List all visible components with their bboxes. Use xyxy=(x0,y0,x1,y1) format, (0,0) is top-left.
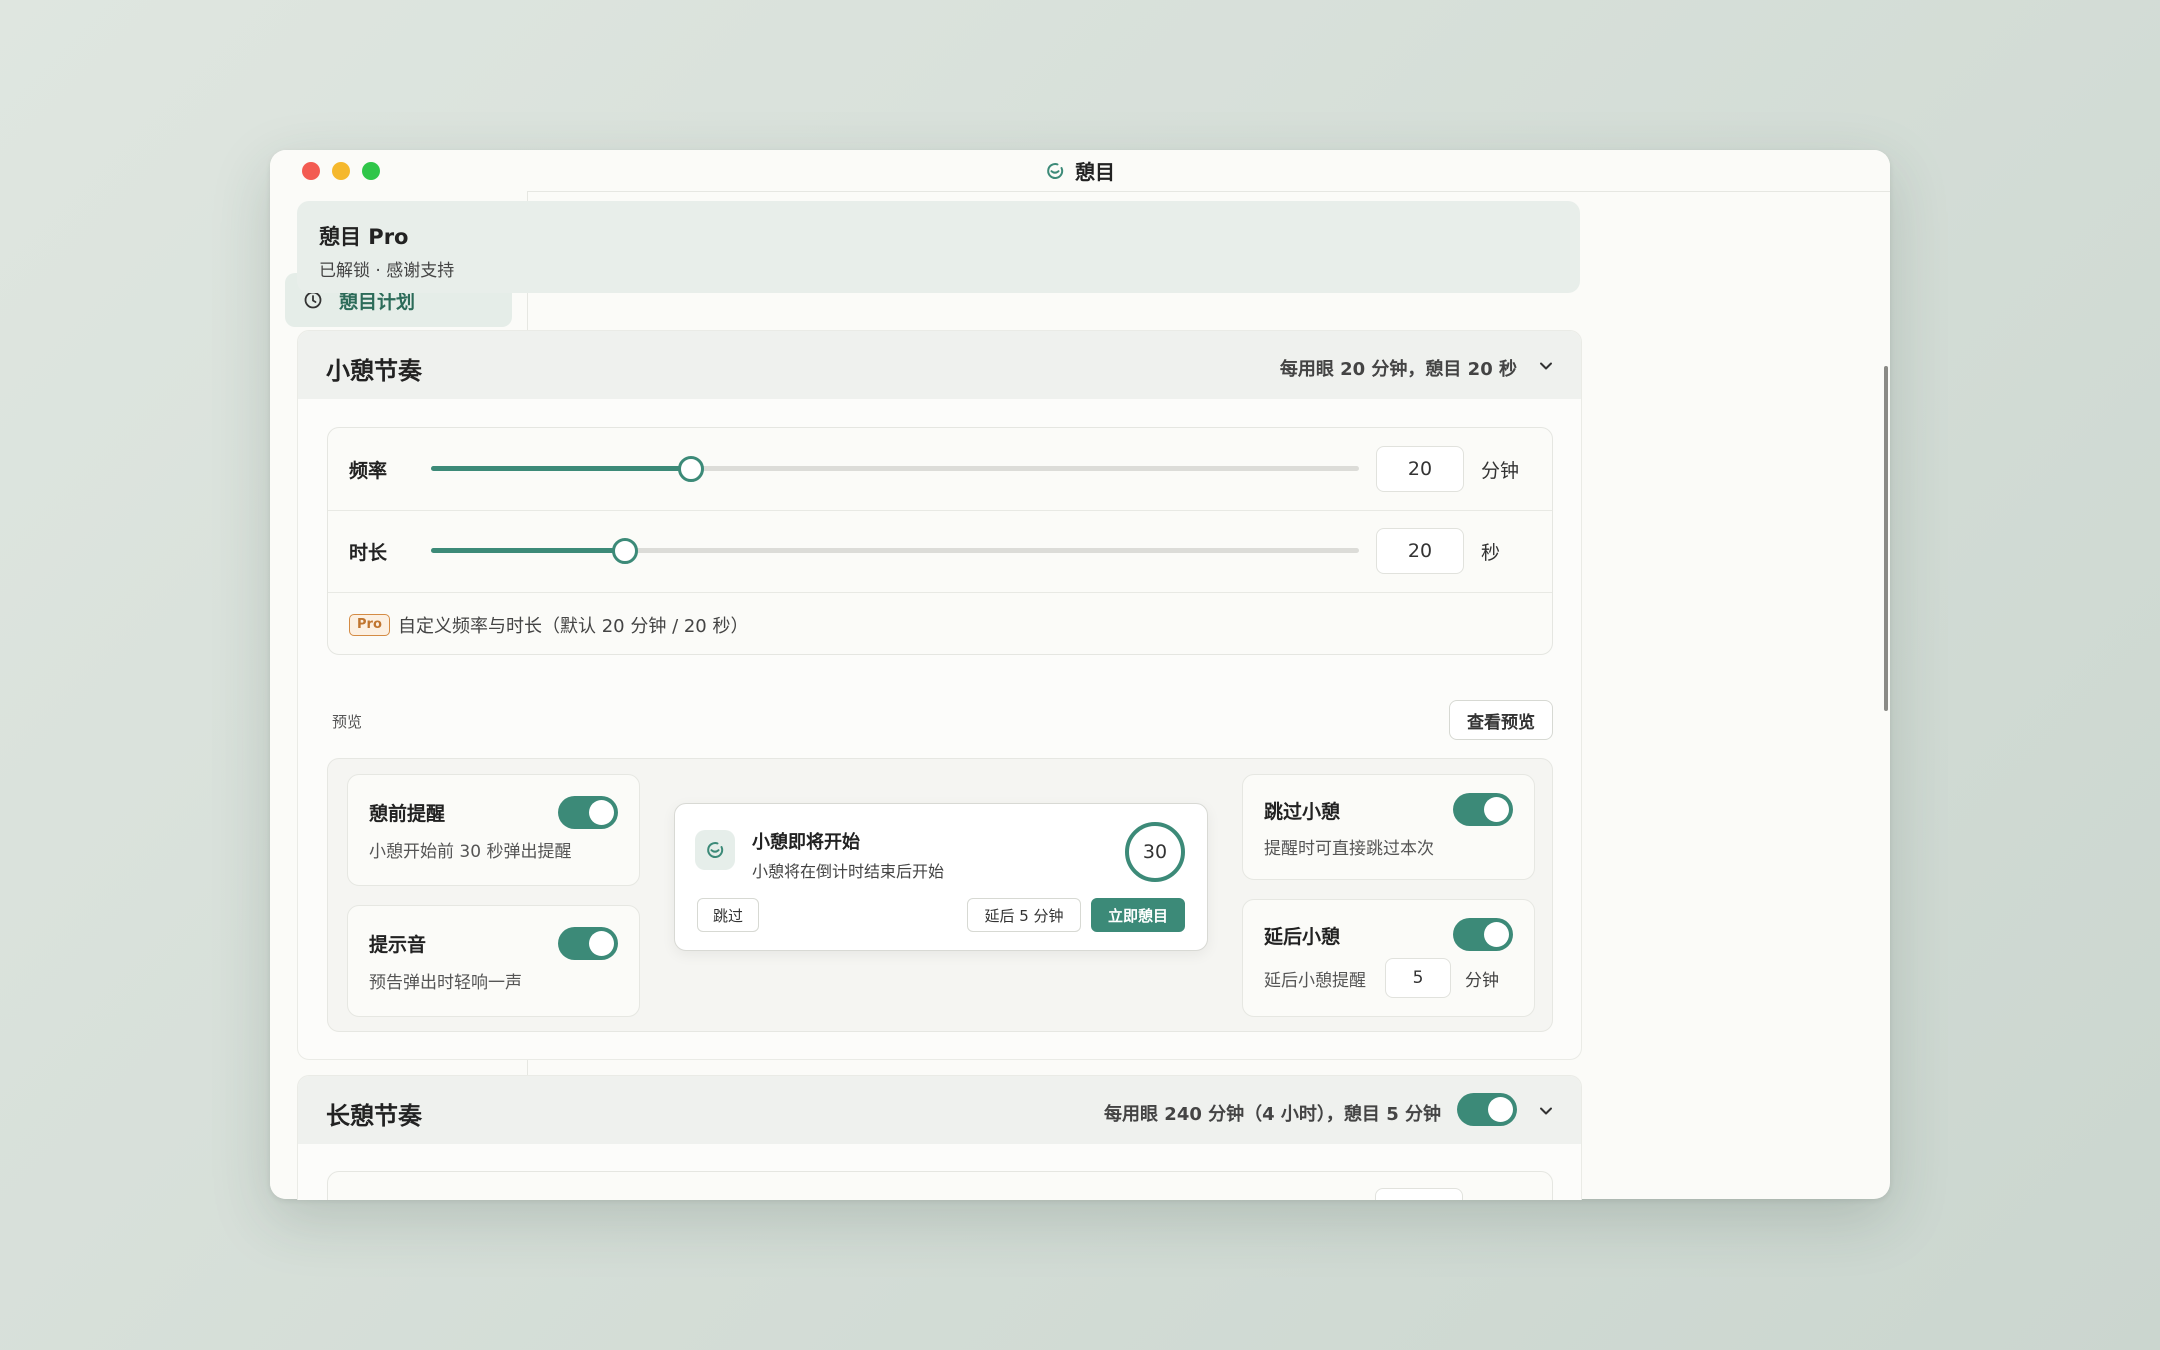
postpone-unit: 分钟 xyxy=(1465,971,1499,991)
break-notification-preview: 小憩即将开始 小憩将在倒计时结束后开始 30 跳过 延后 5 分钟 立即憩目 xyxy=(674,803,1208,951)
row-divider xyxy=(328,592,1552,593)
notification-title: 小憩即将开始 xyxy=(752,832,860,853)
long-break-input[interactable] xyxy=(1375,1188,1463,1200)
pre-reminder-toggle[interactable] xyxy=(558,796,618,829)
option-title: 跳过小憩 xyxy=(1264,801,1341,823)
section-title: 长憩节奏 xyxy=(326,1102,422,1130)
sound-toggle[interactable] xyxy=(558,927,618,960)
pro-subtitle: 已解锁 · 感谢支持 xyxy=(319,261,455,281)
notification-logo xyxy=(695,830,735,870)
short-break-section: 小憩节奏 每用眼 20 分钟，憩目 20 秒 频率 20 分钟 时长 20 秒 … xyxy=(297,330,1582,1060)
frequency-slider[interactable] xyxy=(431,456,1359,482)
clock-icon xyxy=(304,291,322,309)
title-bar: 憩目 xyxy=(270,150,1890,192)
option-desc: 小憩开始前 30 秒弹出提醒 xyxy=(369,842,572,862)
content-scrollbar[interactable] xyxy=(1884,366,1888,711)
option-title: 憩前提醒 xyxy=(369,803,446,825)
frequency-input[interactable]: 20 xyxy=(1376,446,1464,492)
preview-label: 预览 xyxy=(332,713,363,731)
option-title: 延后小憩 xyxy=(1264,926,1341,948)
option-desc: 提醒时可直接跳过本次 xyxy=(1264,839,1434,859)
option-desc: 预告弹出时轻响一声 xyxy=(369,973,522,993)
row-divider xyxy=(328,510,1552,511)
app-logo-icon xyxy=(707,842,724,858)
window-title-group: 憩目 xyxy=(270,150,1890,191)
preview-area: 憩前提醒 小憩开始前 30 秒弹出提醒 提示音 预告弹出时轻响一声 小憩即将开始… xyxy=(327,758,1553,1032)
pro-status-card: 憩目 Pro 已解锁 · 感谢支持 xyxy=(297,201,1580,293)
view-preview-button[interactable]: 查看预览 xyxy=(1449,700,1553,740)
chevron-down-icon[interactable] xyxy=(1537,357,1555,375)
section-summary: 每用眼 20 分钟，憩目 20 秒 xyxy=(1279,359,1517,380)
slider-thumb[interactable] xyxy=(612,538,639,564)
timing-settings-card: 频率 20 分钟 时长 20 秒 Pro 自定义频率与时长（默认 20 分钟 /… xyxy=(327,427,1553,655)
section-summary: 每用眼 240 分钟（4 小时），憩目 5 分钟 xyxy=(1104,1104,1441,1125)
postpone-toggle[interactable] xyxy=(1453,918,1513,951)
slider-fill xyxy=(431,466,690,471)
long-break-toggle[interactable] xyxy=(1457,1093,1517,1126)
slider-thumb[interactable] xyxy=(677,456,704,482)
long-break-header[interactable]: 长憩节奏 每用眼 240 分钟（4 小时），憩目 5 分钟 xyxy=(298,1076,1581,1144)
pro-badge: Pro xyxy=(349,614,390,636)
slider-fill xyxy=(431,548,625,553)
countdown-ring: 30 xyxy=(1125,822,1185,882)
frequency-label: 频率 xyxy=(349,460,388,482)
postpone-minutes-input[interactable]: 5 xyxy=(1385,958,1451,998)
skip-break-card: 跳过小憩 提醒时可直接跳过本次 xyxy=(1242,774,1535,880)
start-now-button[interactable]: 立即憩目 xyxy=(1091,898,1185,932)
duration-unit: 秒 xyxy=(1481,542,1501,564)
long-break-settings-card xyxy=(327,1171,1553,1200)
short-break-header[interactable]: 小憩节奏 每用眼 20 分钟，憩目 20 秒 xyxy=(298,331,1581,399)
duration-slider[interactable] xyxy=(431,538,1359,564)
pro-title: 憩目 Pro xyxy=(319,225,409,249)
postpone-break-card: 延后小憩 延后小憩提醒 5 分钟 xyxy=(1242,899,1535,1017)
app-logo-icon xyxy=(1047,162,1064,179)
postpone-button[interactable]: 延后 5 分钟 xyxy=(967,898,1081,932)
chevron-down-icon[interactable] xyxy=(1537,1102,1555,1120)
notification-desc: 小憩将在倒计时结束后开始 xyxy=(752,862,945,881)
duration-label: 时长 xyxy=(349,542,388,564)
section-title: 小憩节奏 xyxy=(326,357,422,385)
skip-button[interactable]: 跳过 xyxy=(697,898,759,932)
frequency-unit: 分钟 xyxy=(1481,460,1520,482)
pre-reminder-card: 憩前提醒 小憩开始前 30 秒弹出提醒 xyxy=(347,774,640,886)
window-title: 憩目 xyxy=(1075,160,1115,184)
option-desc: 延后小憩提醒 xyxy=(1264,971,1366,991)
duration-input[interactable]: 20 xyxy=(1376,528,1464,574)
long-break-section: 长憩节奏 每用眼 240 分钟（4 小时），憩目 5 分钟 xyxy=(297,1075,1582,1200)
option-title: 提示音 xyxy=(369,934,427,956)
pro-note: 自定义频率与时长（默认 20 分钟 / 20 秒） xyxy=(398,616,749,637)
skip-toggle[interactable] xyxy=(1453,793,1513,826)
sound-card: 提示音 预告弹出时轻响一声 xyxy=(347,905,640,1017)
